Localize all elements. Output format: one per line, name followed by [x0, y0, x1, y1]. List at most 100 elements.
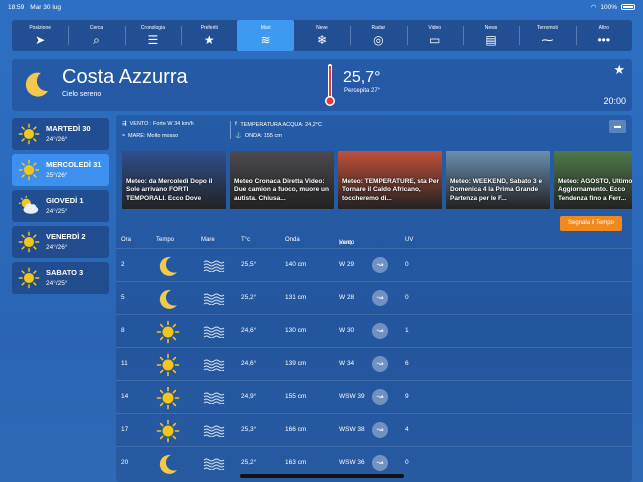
nav-label: Terremoti — [536, 25, 558, 31]
nav-posizione[interactable]: Posizione ➤ — [12, 20, 68, 51]
day-name: VENERDÌ 2 — [46, 232, 86, 241]
history-icon: ☰ — [147, 33, 159, 47]
nav-label: Radar — [371, 25, 386, 31]
row-wave: 166 cm — [285, 426, 307, 433]
hourly-table: 2 25,5° 140 cm W 29 ↝ 05 25,2° 131 cm W … — [116, 248, 632, 479]
table-row[interactable]: 2 25,5° 140 cm W 29 ↝ 0 — [116, 248, 632, 281]
row-wave: 131 cm — [285, 294, 307, 301]
nav-terremoti[interactable]: Terremoti ⁓ — [519, 20, 575, 51]
moon-icon — [156, 254, 180, 278]
wind-direction-icon: ↝ — [372, 323, 388, 339]
row-temp: 25,3° — [241, 426, 257, 433]
col-hour: Ora — [121, 237, 132, 243]
battery-icon — [621, 4, 635, 10]
nav-mari[interactable]: Mari ≋ — [237, 20, 294, 51]
nav-label: Video — [428, 25, 442, 31]
wind-direction-icon: ↝ — [372, 455, 388, 471]
sun-icon — [156, 419, 180, 443]
sun-icon — [18, 267, 40, 289]
table-row[interactable]: 5 25,2° 131 cm W 28 ↝ 0 — [116, 281, 632, 314]
nav-news[interactable]: News ▤ — [462, 20, 519, 51]
news-card[interactable]: Meteo: da Mercoledì Dopo il Sole arrivan… — [122, 151, 226, 209]
day-item[interactable]: VENERDÌ 2 24°/26° — [12, 226, 109, 258]
row-temp: 24,6° — [241, 360, 257, 367]
day-item[interactable]: GIOVEDÌ 1 24°/25° — [12, 190, 109, 222]
row-temp: 25,5° — [241, 261, 257, 268]
home-indicator[interactable] — [240, 474, 404, 478]
sun-cloud-icon — [18, 195, 40, 217]
col-weather: Tempo — [156, 237, 175, 243]
nav-altro[interactable]: Altro ••• — [575, 20, 632, 51]
news-card[interactable]: Meteo: TEMPERATURE, sta Per Tornare il C… — [338, 151, 442, 209]
table-row[interactable]: 17 25,3° 166 cm WSW 38 ↝ 4 — [116, 413, 632, 446]
battery-percent: 100% — [600, 3, 617, 11]
news-card[interactable]: Meteo: AGOSTO, Ultimo Aggiornamento. Ecc… — [554, 151, 632, 209]
day-name: MERCOLEDÌ 31 — [46, 160, 102, 169]
sea-waves-icon — [203, 392, 225, 405]
perceived-temperature: Percepita 27° — [344, 88, 381, 94]
news-carousel[interactable]: Meteo: da Mercoledì Dopo il Sole arrivan… — [122, 151, 632, 209]
location-arrow-icon: ➤ — [35, 33, 46, 47]
row-uv: 0 — [405, 261, 409, 268]
nav-cerca[interactable]: Cerca ⌕ — [68, 20, 124, 51]
table-row[interactable]: 11 24,6° 139 cm W 34 ↝ 6 — [116, 347, 632, 380]
sea-state-icon: ≈ — [122, 133, 126, 139]
nav-preferiti[interactable]: Preferiti ★ — [181, 20, 237, 51]
nav-radar[interactable]: Radar ◎ — [350, 20, 406, 51]
day-item[interactable]: MARTEDÌ 30 24°/26° — [12, 118, 109, 150]
news-title: Meteo Cronaca Diretta Video: Due camion … — [234, 178, 329, 202]
collapse-button[interactable]: ▬ — [609, 120, 626, 133]
row-wind: WSW 38 — [339, 426, 365, 433]
current-weather-header: Costa Azzurra Cielo sereno 25,7° Percepi… — [12, 59, 632, 111]
favorite-star-icon[interactable]: ★ — [613, 62, 625, 78]
nav-cronologia[interactable]: Cronologia ☰ — [124, 20, 181, 51]
status-date: Mar 30 lug — [30, 3, 61, 11]
thermometer-icon — [325, 64, 335, 106]
star-icon: ★ — [203, 33, 215, 47]
report-weather-button[interactable]: Segnala il Tempo — [560, 216, 622, 231]
search-icon: ⌕ — [93, 33, 100, 47]
day-item[interactable]: SABATO 3 24°/25° — [12, 262, 109, 294]
sea-waves-icon — [203, 425, 225, 438]
col-uv: UV — [405, 237, 414, 243]
wind-direction-icon: ↝ — [372, 257, 388, 273]
row-wave: 155 cm — [285, 393, 307, 400]
current-temperature: 25,7° — [343, 69, 381, 86]
day-temp-range: 24°/26° — [46, 136, 68, 143]
sun-icon — [156, 320, 180, 344]
news-card[interactable]: Meteo Cronaca Diretta Video: Due camion … — [230, 151, 334, 209]
waves-icon: ≋ — [260, 33, 271, 47]
table-header: Ora Tempo Mare T°c Onda Vento (km/h) UV — [121, 237, 414, 246]
nav-neve[interactable]: Neve ❄ — [294, 20, 350, 51]
status-bar: 18:59 Mar 30 lug ◠ 100% — [0, 0, 643, 14]
row-uv: 0 — [405, 459, 409, 466]
news-card[interactable]: Meteo: WEEKEND, Sabato 3 e Domenica 4 la… — [446, 151, 550, 209]
day-item[interactable]: MERCOLEDÌ 31 25°/26° — [12, 154, 109, 186]
radar-icon: ◎ — [373, 33, 384, 47]
nav-label: Neve — [316, 25, 328, 31]
wind-direction-icon: ↝ — [372, 290, 388, 306]
row-temp: 25,2° — [241, 294, 257, 301]
sea-waves-icon — [203, 458, 225, 471]
sea-waves-icon — [203, 359, 225, 372]
wave-height: ONDA: 155 cm — [244, 133, 282, 139]
table-row[interactable]: 14 24,9° 155 cm WSW 39 ↝ 9 — [116, 380, 632, 413]
sea-waves-icon — [203, 326, 225, 339]
news-title: Meteo: AGOSTO, Ultimo Aggiornamento. Ecc… — [558, 178, 632, 202]
row-hour: 17 — [121, 426, 129, 433]
table-row[interactable]: 8 24,6° 130 cm W 30 ↝ 1 — [116, 314, 632, 347]
row-hour: 2 — [121, 261, 125, 268]
moon-icon — [156, 452, 180, 476]
row-uv: 4 — [405, 426, 409, 433]
water-temperature: TEMPERATURA ACQUA: 24,2°C — [240, 121, 322, 128]
wind-direction-icon: ↝ — [372, 389, 388, 405]
sea-waves-icon — [203, 293, 225, 306]
nav-video[interactable]: Video ▭ — [406, 20, 463, 51]
sun-icon — [156, 353, 180, 377]
moon-icon — [25, 72, 48, 97]
location-title: Costa Azzurra — [62, 66, 188, 88]
row-temp: 24,6° — [241, 327, 257, 334]
col-temp: T°c — [241, 237, 251, 243]
row-wind: W 28 — [339, 294, 355, 301]
row-uv: 0 — [405, 294, 409, 301]
